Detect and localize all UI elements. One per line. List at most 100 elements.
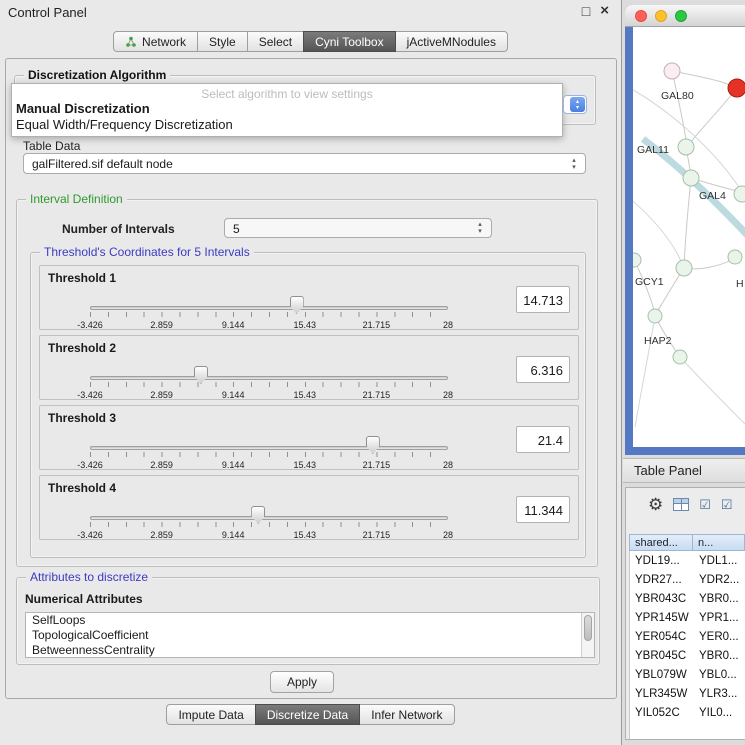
- attribute-list-item[interactable]: SelfLoops: [26, 613, 594, 628]
- cell-name: YPR1...: [694, 612, 745, 624]
- number-of-intervals-value: 5: [233, 222, 240, 236]
- network-node[interactable]: [673, 350, 687, 364]
- tab-cyni-toolbox[interactable]: Cyni Toolbox: [303, 31, 395, 52]
- network-node[interactable]: [676, 260, 692, 276]
- tab-infer-network[interactable]: Infer Network: [359, 704, 454, 725]
- table-row[interactable]: YBR043CYBR0...: [630, 589, 745, 608]
- threshold-2-panel: Threshold 2 -3.4262.8599.14415.4321.7152…: [39, 335, 579, 400]
- table-browser-window: ⚙ ☑ ☑ shared... n... YDL19...YDL1...YDR2…: [625, 487, 745, 740]
- cell-name: YIL0...: [694, 707, 745, 719]
- menu-item-manual-discretization[interactable]: Manual Discretization: [12, 101, 562, 117]
- menu-item-equal-width-frequency[interactable]: Equal Width/Frequency Discretization: [12, 117, 562, 133]
- network-node-label: GAL4: [699, 190, 726, 202]
- zoom-light-icon[interactable]: [675, 10, 687, 22]
- threshold-4-label: Threshold 4: [48, 481, 116, 495]
- network-edge[interactable]: [680, 357, 745, 427]
- threshold-3-value-field[interactable]: 21.4: [516, 426, 570, 453]
- cell-shared-name: YDL19...: [630, 555, 694, 567]
- float-window-icon[interactable]: □: [582, 4, 590, 18]
- table-row[interactable]: YDR27...YDR2...: [630, 570, 745, 589]
- threshold-2-value-field[interactable]: 6.316: [516, 356, 570, 383]
- network-edge[interactable]: [672, 71, 686, 139]
- algorithm-combo-fragment[interactable]: ▴▾: [563, 95, 587, 114]
- network-tab-icon: [125, 36, 137, 48]
- top-tabbar: Network Style Select Cyni Toolbox jActiv…: [0, 31, 621, 52]
- scrollbar-thumb[interactable]: [584, 615, 592, 641]
- network-node[interactable]: [648, 309, 662, 323]
- network-canvas[interactable]: GAL80GAL11GAL4GCY1HAP2H: [633, 27, 745, 447]
- list-scrollbar[interactable]: [581, 613, 594, 657]
- tab-label: Discretize Data: [267, 708, 348, 722]
- network-node[interactable]: [728, 250, 742, 264]
- network-node[interactable]: [683, 170, 699, 186]
- table-row[interactable]: YLR345WYLR3...: [630, 684, 745, 703]
- network-node[interactable]: [633, 253, 641, 267]
- cell-shared-name: YBR043C: [630, 593, 694, 605]
- slider-ticks: [90, 312, 448, 317]
- network-node-label: GCY1: [635, 276, 664, 288]
- scale-tick-label: 2.859: [150, 390, 173, 400]
- thresholds-coordinates-group: Threshold's Coordinates for 5 Intervals …: [30, 252, 586, 558]
- threshold-3-label: Threshold 3: [48, 411, 116, 425]
- tab-network[interactable]: Network: [113, 31, 198, 52]
- attribute-list-item[interactable]: TopologicalCoefficient: [26, 628, 594, 643]
- tab-style[interactable]: Style: [197, 31, 248, 52]
- scale-tick-label: 15.43: [294, 530, 317, 540]
- apply-button[interactable]: Apply: [270, 671, 334, 693]
- threshold-4-value-field[interactable]: 11.344: [516, 496, 570, 523]
- tab-label: Style: [209, 35, 236, 49]
- threshold-1-label: Threshold 1: [48, 271, 116, 285]
- column-header-shared-name[interactable]: shared...: [629, 534, 693, 551]
- threshold-2-slider[interactable]: -3.4262.8599.14415.4321.71528: [90, 356, 448, 400]
- close-icon[interactable]: ×: [600, 3, 609, 18]
- table-row[interactable]: YBR045CYBR0...: [630, 646, 745, 665]
- network-node[interactable]: [734, 186, 745, 202]
- scale-tick-label: 2.859: [150, 320, 173, 330]
- network-edge[interactable]: [635, 316, 655, 427]
- table-row[interactable]: YER054CYER0...: [630, 627, 745, 646]
- column-header-name[interactable]: n...: [693, 534, 745, 551]
- number-of-intervals-combobox[interactable]: 5 ▴▾: [224, 218, 492, 238]
- table-row[interactable]: YDL19...YDL1...: [630, 551, 745, 570]
- select-columns-icon[interactable]: ☑: [721, 498, 733, 511]
- tab-label: Network: [142, 35, 186, 49]
- network-edge[interactable]: [684, 178, 691, 268]
- minimize-light-icon[interactable]: [655, 10, 667, 22]
- combo-stepper-icon: ▴▾: [567, 154, 581, 173]
- cell-name: YDR2...: [694, 574, 745, 586]
- numerical-attributes-list[interactable]: SelfLoopsTopologicalCoefficientBetweenne…: [25, 612, 595, 658]
- network-node[interactable]: [678, 139, 694, 155]
- table-row[interactable]: YIL052CYIL0...: [630, 703, 745, 722]
- tab-discretize-data[interactable]: Discretize Data: [255, 704, 360, 725]
- threshold-1-value-field[interactable]: 14.713: [516, 286, 570, 313]
- threshold-1-slider[interactable]: -3.4262.8599.14415.4321.71528: [90, 286, 448, 330]
- tab-label: Infer Network: [371, 708, 442, 722]
- gear-icon[interactable]: ⚙: [648, 496, 663, 513]
- table-data-combobox[interactable]: galFiltered.sif default node ▴▾: [23, 153, 586, 174]
- combo-stepper-icon: ▴▾: [570, 97, 585, 112]
- scale-tick-label: 28: [443, 390, 453, 400]
- table-panel-title: Table Panel: [634, 463, 702, 478]
- network-node[interactable]: [728, 79, 745, 97]
- tab-label: Cyni Toolbox: [315, 35, 383, 49]
- table-row[interactable]: YBL079WYBL0...: [630, 665, 745, 684]
- threshold-3-slider[interactable]: -3.4262.8599.14415.4321.71528: [90, 426, 448, 470]
- cell-shared-name: YDR27...: [630, 574, 694, 586]
- columns-icon[interactable]: [673, 498, 689, 511]
- close-light-icon[interactable]: [635, 10, 647, 22]
- threshold-4-slider[interactable]: -3.4262.8599.14415.4321.71528: [90, 496, 448, 540]
- select-all-icon[interactable]: ☑: [699, 498, 711, 511]
- table-row[interactable]: YPR145WYPR1...: [630, 608, 745, 627]
- tab-impute-data[interactable]: Impute Data: [166, 704, 255, 725]
- network-edge[interactable]: [672, 71, 729, 85]
- scale-tick-label: -3.426: [77, 320, 103, 330]
- cyni-main-panel: Discretization Algorithm Select algorith…: [5, 58, 617, 699]
- scale-tick-label: 2.859: [150, 460, 173, 470]
- network-node[interactable]: [664, 63, 680, 79]
- tab-jactivemnodules[interactable]: jActiveMNodules: [395, 31, 508, 52]
- scale-tick-label: 15.43: [294, 320, 317, 330]
- table-header-row: shared... n...: [629, 534, 745, 551]
- attribute-list-item[interactable]: BetweennessCentrality: [26, 643, 594, 658]
- tab-select[interactable]: Select: [247, 31, 304, 52]
- network-edge[interactable]: [691, 88, 737, 142]
